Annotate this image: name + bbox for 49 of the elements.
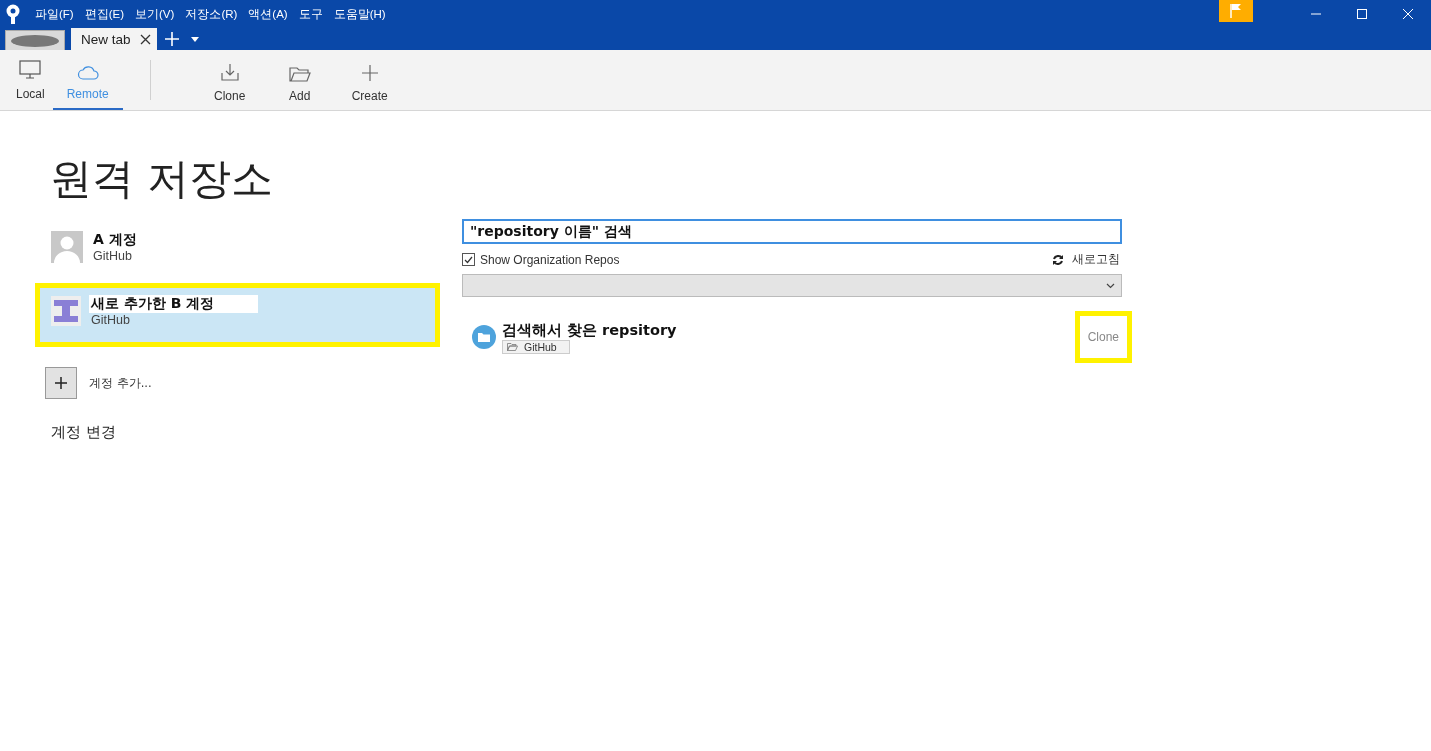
tab[interactable]: New tab (71, 28, 157, 50)
chevron-down-icon (1106, 282, 1115, 289)
menu-item[interactable]: 액션(A) (248, 6, 288, 22)
refresh-button[interactable]: 새로고침 (1052, 252, 1122, 267)
plus-icon (360, 64, 379, 82)
app-logo-icon (5, 4, 21, 24)
source-tag: GitHub (502, 339, 570, 354)
repository-name: 검색해서 찾은 repsitory (502, 320, 677, 340)
new-tab-icon[interactable] (164, 32, 179, 46)
page-title: 원격 저장소 (50, 153, 275, 205)
redacted-tab[interactable] (5, 30, 65, 50)
folder-icon (507, 342, 518, 351)
add-account-button[interactable] (45, 367, 77, 399)
account-service: GitHub (91, 313, 131, 327)
menu-item[interactable]: 도움말(H) (333, 6, 386, 22)
monitor-icon (19, 60, 42, 80)
show-org-repos-checkbox[interactable]: Show Organization Repos (462, 252, 620, 267)
menu-item[interactable]: 도구 (298, 6, 323, 22)
folder-icon (288, 66, 311, 82)
toolbar-button[interactable]: Add (271, 50, 328, 110)
flag-icon (1229, 3, 1243, 19)
account-name: 새로 추가한 B 계정 (89, 295, 259, 313)
account-item[interactable]: 새로 추가한 B 계정 GitHub (40, 288, 435, 342)
search-field[interactable]: "repository 이름" 검색 (462, 219, 1122, 244)
identicon-avatar (51, 296, 81, 326)
avatar-silhouette (51, 231, 83, 263)
account-name: A 계정 (93, 231, 137, 249)
add-account-link[interactable]: 계정 추가... (89, 375, 152, 391)
dropdown-caret-icon[interactable] (190, 37, 199, 42)
menu-item[interactable]: 보기(V) (135, 6, 175, 22)
download-icon (219, 62, 240, 82)
refresh-icon (1052, 253, 1064, 266)
menu-item[interactable]: 저장소(R) (185, 6, 238, 22)
change-account-label: 계정 변경 (51, 423, 117, 442)
plus-icon (55, 377, 67, 389)
cloud-icon (76, 64, 99, 80)
toolbar-button[interactable]: Create (341, 50, 398, 110)
account-item[interactable]: A 계정 GitHub (40, 224, 435, 270)
toolbar-button[interactable]: Clone (201, 50, 258, 110)
folder-icon (472, 325, 496, 349)
clone-button[interactable]: Clone (1074, 311, 1132, 363)
maximize-icon (1356, 8, 1368, 20)
checkmark-icon (464, 255, 473, 264)
menu-item[interactable]: 편집(E) (84, 6, 125, 22)
menu-item[interactable]: 파일(F) (35, 6, 74, 22)
close-tab-icon[interactable] (139, 33, 151, 45)
close-icon (1402, 8, 1414, 20)
account-service: GitHub (93, 249, 133, 263)
view-tab[interactable]: Local (8, 50, 53, 110)
